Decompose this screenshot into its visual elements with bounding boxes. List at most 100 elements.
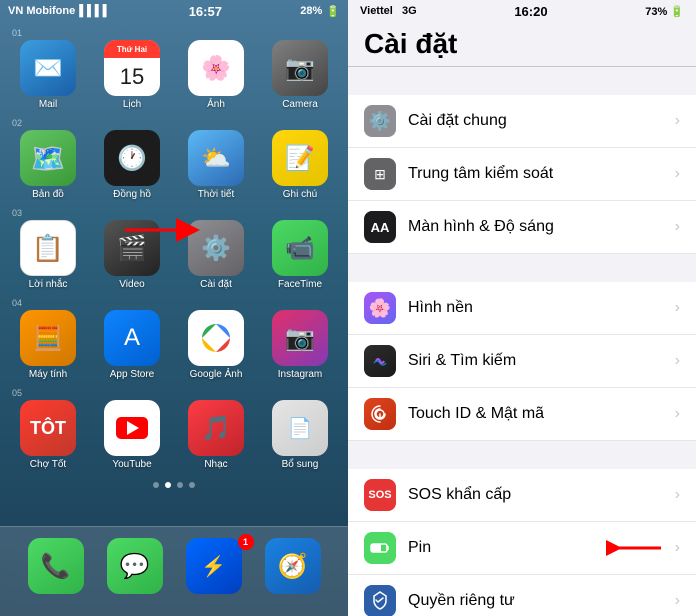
- settings-item-general[interactable]: ⚙️ Cài đặt chung ›: [348, 95, 696, 148]
- left-status-right: 28% 🔋: [300, 5, 340, 18]
- left-carrier: VN Mobifone: [8, 5, 75, 17]
- app-youtube[interactable]: YouTube: [96, 400, 168, 470]
- left-time: 16:57: [189, 4, 222, 19]
- instagram-label: Instagram: [278, 369, 322, 380]
- appstore-label: App Store: [110, 369, 154, 380]
- app-gphoto[interactable]: Google Ảnh: [180, 310, 252, 380]
- app-maps[interactable]: 🗺️ Bản đồ: [12, 130, 84, 200]
- sos-chevron: ›: [675, 486, 680, 504]
- siri-label: Siri & Tìm kiếm: [408, 352, 675, 370]
- settings-title: Cài đặt: [364, 28, 680, 60]
- left-status-bar: VN Mobifone ▌▌▌▌ 16:57 28% 🔋: [0, 0, 348, 22]
- settings-item-privacy[interactable]: Quyền riêng tư ›: [348, 575, 696, 616]
- display-icon: AA: [364, 211, 396, 243]
- right-status-bar: Viettel 3G 16:20 73% 🔋: [348, 0, 696, 22]
- left-status-left: VN Mobifone ▌▌▌▌: [8, 5, 110, 17]
- dot-2: [165, 482, 171, 488]
- messages-icon: 💬: [107, 538, 163, 594]
- settings-item-control[interactable]: ⊞ Trung tâm kiểm soát ›: [348, 148, 696, 201]
- notes-icon: 📝: [272, 130, 328, 186]
- control-chevron: ›: [675, 165, 680, 183]
- app-row-01: ✉️ Mail Thứ Hai 15 Lịch 🌸 Ảnh 📷 Camera: [12, 40, 336, 110]
- facetime-label: FaceTime: [278, 279, 322, 290]
- right-carrier: Viettel 3G: [360, 5, 417, 17]
- app-mail[interactable]: ✉️ Mail: [12, 40, 84, 110]
- wallpaper-icon: 🌸: [364, 292, 396, 324]
- reminders-label: Lời nhắc: [29, 279, 68, 290]
- app-instagram[interactable]: 📷 Instagram: [264, 310, 336, 380]
- app-row-02: 🗺️ Bản đồ 🕐 Đồng hồ ⛅ Thời tiết 📝 Ghi ch…: [12, 130, 336, 200]
- right-time: 16:20: [514, 4, 547, 19]
- settings-section-1: ⚙️ Cài đặt chung › ⊞ Trung tâm kiểm soát…: [348, 95, 696, 254]
- dock-messenger[interactable]: ⚡ 1: [178, 538, 250, 597]
- settings-item-display[interactable]: AA Màn hình & Độ sáng ›: [348, 201, 696, 253]
- app-row-03: 📋 Lời nhắc 🎬 Video ⚙️ Cài đặt: [12, 220, 336, 290]
- music-label: Nhạc: [204, 459, 227, 470]
- weather-icon: ⛅: [188, 130, 244, 186]
- app-row-04: 🧮 Máy tính A App Store: [12, 310, 336, 380]
- app-reminders[interactable]: 📋 Lời nhắc: [12, 220, 84, 290]
- general-chevron: ›: [675, 112, 680, 130]
- app-clock[interactable]: 🕐 Đồng hồ: [96, 130, 168, 200]
- app-camera[interactable]: 📷 Camera: [264, 40, 336, 110]
- page-dots: [0, 482, 348, 488]
- photos-icon: 🌸: [188, 40, 244, 96]
- reminders-icon: 📋: [20, 220, 76, 276]
- phone-icon: 📞: [28, 538, 84, 594]
- app-pages[interactable]: 📄 Bổ sung: [264, 400, 336, 470]
- dot-4: [189, 482, 195, 488]
- app-settings[interactable]: ⚙️ Cài đặt: [180, 220, 252, 290]
- appstore-icon: A: [104, 310, 160, 366]
- app-calendar[interactable]: Thứ Hai 15 Lịch: [96, 40, 168, 110]
- touchid-label: Touch ID & Mật mã: [408, 405, 675, 423]
- settings-item-sos[interactable]: SOS SOS khẩn cấp ›: [348, 469, 696, 522]
- section-gap-3: [348, 441, 696, 469]
- app-appstore[interactable]: A App Store: [96, 310, 168, 380]
- display-label: Màn hình & Độ sáng: [408, 218, 675, 236]
- settings-item-touchid[interactable]: Touch ID & Mật mã ›: [348, 388, 696, 440]
- photos-label: Ảnh: [207, 99, 225, 110]
- section-gap-2: [348, 254, 696, 282]
- youtube-label: YouTube: [112, 459, 151, 470]
- section-gap-top: [348, 67, 696, 95]
- battery-chevron: ›: [675, 539, 680, 557]
- control-label: Trung tâm kiểm soát: [408, 165, 675, 183]
- app-photos[interactable]: 🌸 Ảnh: [180, 40, 252, 110]
- app-weather[interactable]: ⛅ Thời tiết: [180, 130, 252, 200]
- dock-phone[interactable]: 📞: [20, 538, 92, 597]
- touchid-icon: [364, 398, 396, 430]
- row-label-05: 05: [12, 388, 336, 398]
- dot-1: [153, 482, 159, 488]
- dock-messages[interactable]: 💬: [99, 538, 171, 597]
- mail-icon: ✉️: [20, 40, 76, 96]
- camera-icon: 📷: [272, 40, 328, 96]
- siri-chevron: ›: [675, 352, 680, 370]
- dock-safari[interactable]: 🧭: [257, 538, 329, 597]
- right-panel: Viettel 3G 16:20 73% 🔋 Cài đặt ⚙️ Cài đặ…: [348, 0, 696, 616]
- privacy-chevron: ›: [675, 592, 680, 610]
- general-icon: ⚙️: [364, 105, 396, 137]
- settings-section-2: 🌸 Hình nền › Siri & Tìm kiếm ›: [348, 282, 696, 441]
- settings-item-siri[interactable]: Siri & Tìm kiếm ›: [348, 335, 696, 388]
- app-facetime[interactable]: 📹 FaceTime: [264, 220, 336, 290]
- app-notes[interactable]: 📝 Ghi chú: [264, 130, 336, 200]
- weather-label: Thời tiết: [198, 189, 235, 200]
- row-label-01: 01: [12, 28, 336, 38]
- settings-item-battery[interactable]: Pin ›: [348, 522, 696, 575]
- calculator-icon: 🧮: [20, 310, 76, 366]
- privacy-icon: [364, 585, 396, 616]
- privacy-label: Quyền riêng tư: [408, 592, 675, 610]
- dot-3: [177, 482, 183, 488]
- chot-label: Chợ Tốt: [30, 459, 66, 470]
- settings-nav-bar: Cài đặt: [348, 22, 696, 67]
- messenger-icon: ⚡: [186, 538, 242, 594]
- app-calculator[interactable]: 🧮 Máy tính: [12, 310, 84, 380]
- battery-icon-settings: [364, 532, 396, 564]
- app-music[interactable]: 🎵 Nhạc: [180, 400, 252, 470]
- siri-icon: [364, 345, 396, 377]
- settings-item-wallpaper[interactable]: 🌸 Hình nền ›: [348, 282, 696, 335]
- mail-label: Mail: [39, 99, 57, 110]
- youtube-icon: [104, 400, 160, 456]
- app-chot[interactable]: TÔT Chợ Tốt: [12, 400, 84, 470]
- pages-icon: 📄: [272, 400, 328, 456]
